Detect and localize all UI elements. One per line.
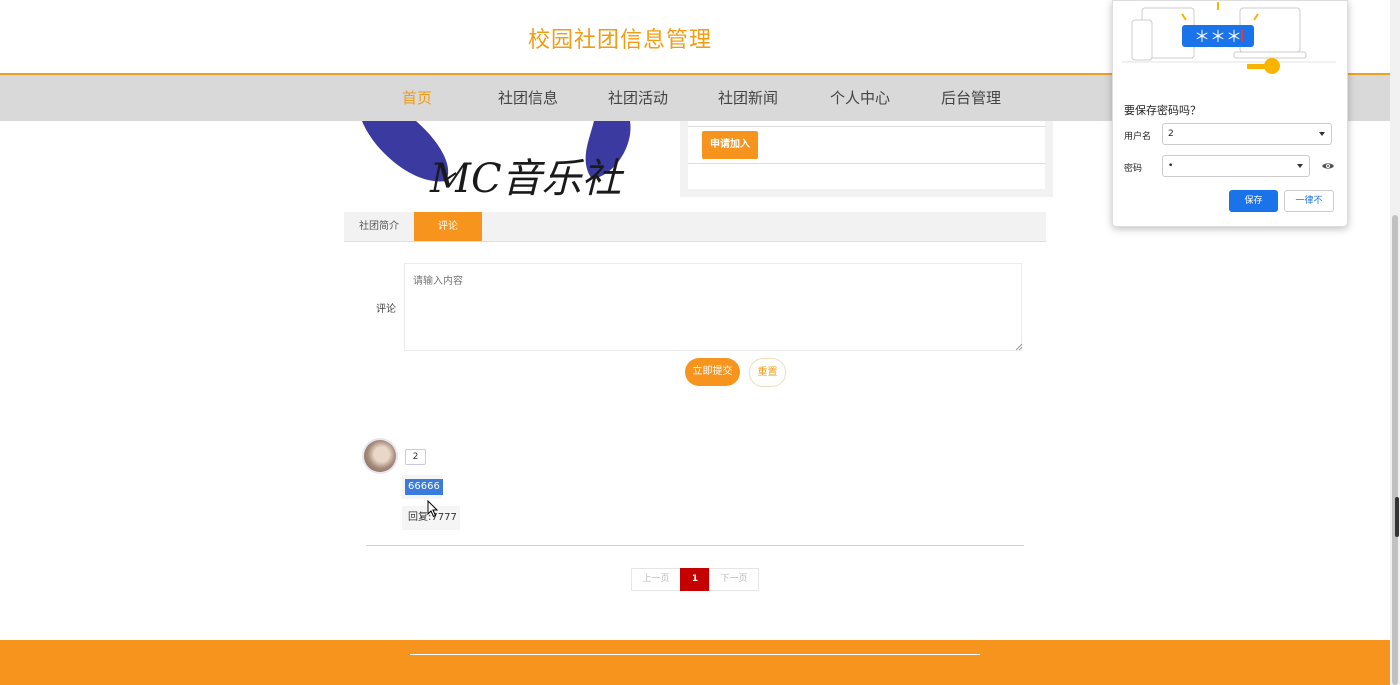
masked-password-glyphs: ＊＊＊ xyxy=(1194,27,1242,46)
footer-divider xyxy=(410,654,980,655)
password-illustration-icon: ＊＊＊ xyxy=(1122,2,1336,74)
save-password-button[interactable]: 保存 xyxy=(1229,190,1278,212)
username-select[interactable]: 2 xyxy=(1162,123,1332,145)
save-password-title: 要保存密码吗？ xyxy=(1124,104,1201,117)
password-value: • xyxy=(1168,161,1174,171)
resize-grip-icon[interactable] xyxy=(1015,343,1022,350)
nav-item-home[interactable]: 首页 xyxy=(367,75,467,121)
club-logo-text: MC音乐社 xyxy=(430,156,622,202)
pagination-page[interactable]: 1 xyxy=(680,568,710,591)
nav-item-club-info[interactable]: 社团信息 xyxy=(478,75,578,121)
nav-item-personal-center[interactable]: 个人中心 xyxy=(810,75,910,121)
password-select[interactable]: • xyxy=(1162,155,1310,177)
nav-item-club-news[interactable]: 社团新闻 xyxy=(698,75,798,121)
chevron-down-icon xyxy=(1297,164,1303,168)
never-save-button[interactable]: 一律不 xyxy=(1284,190,1334,212)
scrollbar-thumb[interactable] xyxy=(1392,215,1398,685)
chevron-down-icon xyxy=(1319,132,1325,136)
mouse-cursor-icon xyxy=(427,500,439,518)
pagination-prev[interactable]: 上一页 xyxy=(631,568,681,591)
tab-comments[interactable]: 评论 xyxy=(414,212,482,241)
apply-join-button[interactable]: 申请加入 xyxy=(702,131,758,159)
divider xyxy=(688,126,1045,127)
reset-button[interactable]: 重置 xyxy=(749,358,786,387)
eye-icon[interactable] xyxy=(1321,161,1335,171)
divider xyxy=(366,545,1024,546)
divider xyxy=(688,163,1045,164)
comment-input[interactable] xyxy=(404,263,1022,351)
nav-item-admin[interactable]: 后台管理 xyxy=(921,75,1021,121)
tab-club-intro[interactable]: 社团简介 xyxy=(344,212,414,241)
site-footer xyxy=(0,640,1390,685)
username-label: 用户名 xyxy=(1124,132,1152,142)
avatar xyxy=(364,440,396,472)
site-title: 校园社团信息管理 xyxy=(527,28,712,53)
password-label: 密码 xyxy=(1124,164,1143,174)
pagination-next[interactable]: 下一页 xyxy=(709,568,759,591)
nav-item-club-activity[interactable]: 社团活动 xyxy=(588,75,688,121)
comment-label: 评论 xyxy=(376,304,396,315)
comment-content: 66666 xyxy=(405,479,443,495)
comment-username: 2 xyxy=(405,449,426,465)
username-value: 2 xyxy=(1168,129,1174,139)
scrollbar-marker xyxy=(1395,497,1399,537)
submit-button[interactable]: 立即提交 xyxy=(685,358,740,386)
